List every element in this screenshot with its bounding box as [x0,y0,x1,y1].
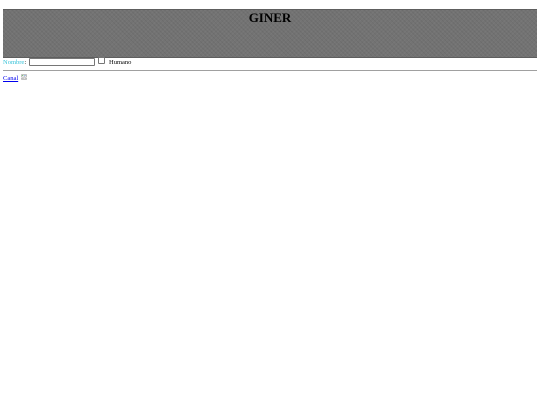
canal-link[interactable]: Canal [3,75,18,82]
name-label-colon: : [24,59,27,66]
name-input[interactable] [28,57,95,66]
broken-image-icon[interactable] [21,73,27,80]
name-label: Nombre [3,59,25,66]
header-banner: GINER [3,9,537,58]
human-checkbox[interactable] [98,57,106,65]
link-row: Canal [3,73,27,84]
divider [3,70,537,71]
broken-image-glyph [21,73,27,80]
name-form: Nombre: Humano [3,57,131,68]
human-checkbox-label[interactable]: Humano [109,59,131,66]
page-title: GINER [248,10,292,25]
